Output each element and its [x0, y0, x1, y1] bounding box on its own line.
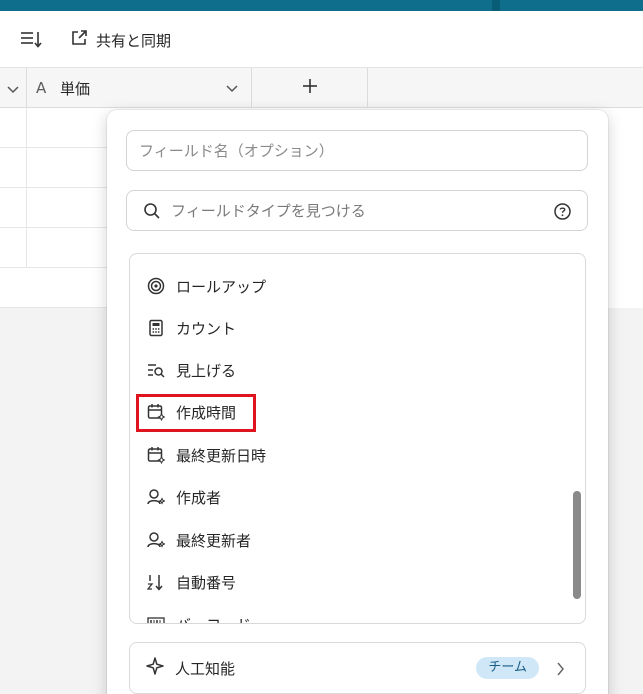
field-type-label: カウント — [176, 319, 237, 338]
column-header-label: 単価 — [60, 79, 91, 98]
add-column-button[interactable] — [252, 68, 368, 108]
field-type-lookup[interactable]: 見上げる — [130, 353, 570, 387]
table-cell[interactable] — [0, 228, 27, 268]
column-menu-chevron[interactable] — [0, 68, 27, 108]
field-name-input[interactable] — [126, 130, 588, 171]
field-type-label: ロールアップ — [176, 277, 267, 296]
field-type-label: 自動番号 — [176, 573, 237, 592]
field-type-modified-by[interactable]: 最終更新者 — [130, 523, 570, 557]
calendar-created-icon — [146, 402, 166, 422]
search-icon — [143, 202, 161, 224]
calendar-modified-icon — [146, 445, 166, 465]
sparkle-icon — [146, 657, 164, 679]
rollup-icon — [146, 276, 166, 296]
user-created-icon — [146, 487, 166, 507]
chevron-down-icon[interactable] — [225, 81, 239, 100]
barcode-icon — [146, 614, 166, 623]
user-modified-icon — [146, 530, 166, 550]
field-type-label: 最終更新者 — [176, 531, 252, 550]
ai-field-category[interactable]: 人工知能 チーム — [129, 642, 586, 694]
help-icon[interactable] — [554, 203, 571, 224]
chevron-down-icon — [7, 79, 19, 98]
field-type-rollup[interactable]: ロールアップ — [130, 269, 570, 303]
grid-header: A 単価 — [0, 68, 643, 108]
field-type-label: 見上げる — [176, 361, 237, 380]
field-type-search[interactable] — [126, 190, 588, 231]
list-scrollbar[interactable] — [573, 491, 581, 599]
share-sync-button[interactable]: 共有と同期 — [70, 28, 171, 52]
column-header-price[interactable]: A 単価 — [27, 68, 252, 108]
field-type-label: バーコード — [176, 614, 251, 624]
team-plan-badge: チーム — [476, 657, 539, 679]
field-type-modified-time[interactable]: 最終更新日時 — [130, 438, 570, 472]
table-cell[interactable] — [0, 188, 27, 228]
text-type-icon: A — [36, 79, 47, 97]
chevron-right-icon — [556, 661, 565, 680]
field-type-label: 最終更新日時 — [176, 446, 267, 465]
view-toolbar: 共有と同期 — [0, 11, 643, 68]
ai-category-label: 人工知能 — [175, 659, 236, 678]
field-type-created-by[interactable]: 作成者 — [130, 480, 570, 514]
table-cell[interactable] — [0, 148, 27, 188]
field-type-label: 作成時間 — [176, 403, 237, 422]
top-bar-divider — [492, 0, 500, 11]
field-type-barcode[interactable]: バーコード — [130, 607, 570, 624]
field-type-created-time[interactable]: 作成時間 — [130, 395, 570, 429]
add-field-popover: ロールアップ カウント — [107, 110, 608, 694]
lookup-icon — [146, 360, 166, 380]
plus-icon — [301, 77, 319, 99]
external-link-icon — [70, 29, 88, 51]
field-type-list[interactable]: ロールアップ カウント 見上げる 作成時間 最終更新日時 作成者 最終更新者 自… — [129, 253, 586, 624]
share-sync-label: 共有と同期 — [96, 31, 172, 50]
search-input[interactable] — [171, 199, 541, 223]
table-cell[interactable] — [0, 108, 27, 148]
app-top-bar — [0, 0, 643, 11]
calculator-icon — [146, 318, 166, 338]
field-type-count[interactable]: カウント — [130, 311, 570, 345]
field-type-autonumber[interactable]: 自動番号 — [130, 565, 570, 599]
sort-lines-icon[interactable] — [20, 30, 42, 50]
field-type-label: 作成者 — [176, 488, 222, 507]
autonumber-icon — [146, 572, 166, 592]
